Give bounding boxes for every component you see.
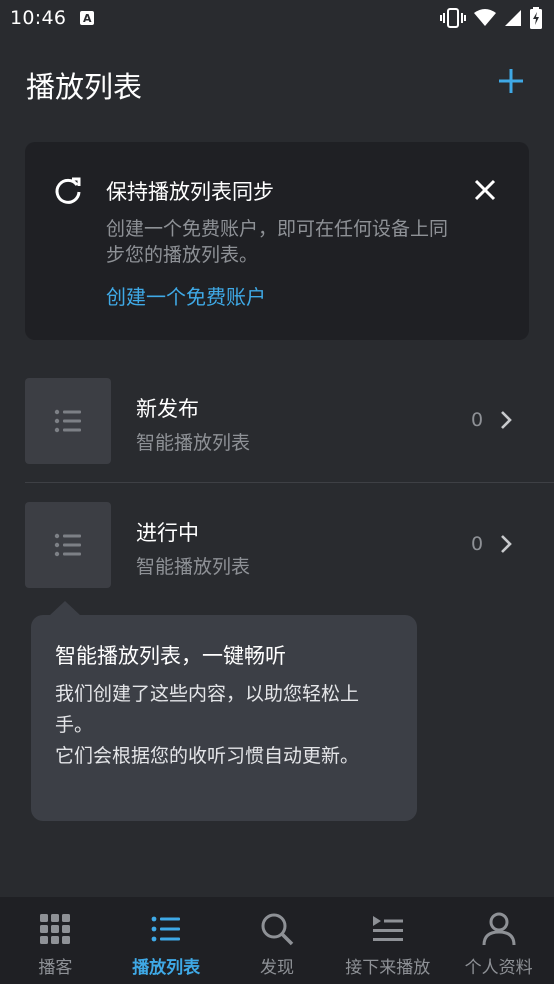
sync-card: 保持播放列表同步 创建一个免费账户，即可在任何设备上同步您的播放列表。 创建一个… (25, 142, 529, 340)
nav-item-discover[interactable]: 发现 (222, 897, 333, 984)
list-icon (54, 533, 81, 557)
playlist-row-in-progress[interactable]: 进行中 智能播放列表 0 (0, 500, 554, 590)
close-icon (474, 179, 496, 201)
tooltip-line-2: 它们会根据您的收听习惯自动更新。 (55, 745, 360, 767)
nav-item-playlists[interactable]: 播放列表 (111, 897, 222, 984)
chevron-right-icon (497, 533, 515, 555)
nav-label-podcasts: 播客 (38, 958, 73, 978)
playlist-name: 进行中 (136, 521, 199, 545)
wifi-icon (474, 9, 496, 27)
grid-icon (37, 911, 73, 947)
playlist-count: 0 (470, 409, 484, 431)
playlist-type: 智能播放列表 (136, 432, 251, 454)
list-icon (148, 911, 184, 947)
chevron-right-icon (497, 409, 515, 431)
divider (25, 482, 554, 483)
plus-icon (499, 69, 523, 93)
sync-card-title: 保持播放列表同步 (106, 180, 274, 204)
up-next-icon (370, 911, 406, 947)
notification-icon: A (80, 11, 95, 25)
status-time: 10:46 (10, 7, 67, 29)
tooltip-line-1: 我们创建了这些内容，以助您轻松上手。 (55, 683, 360, 736)
nav-label-up-next: 接下来播放 (345, 958, 431, 978)
vibrate-icon (440, 8, 466, 28)
nav-item-podcasts[interactable]: 播客 (0, 897, 111, 984)
search-icon (259, 911, 295, 947)
tooltip-arrow (49, 601, 81, 616)
page-title: 播放列表 (26, 70, 143, 104)
nav-item-up-next[interactable]: 接下来播放 (332, 897, 443, 984)
create-account-link[interactable]: 创建一个免费账户 (106, 281, 266, 310)
nav-label-discover: 发现 (259, 958, 294, 978)
status-icons (440, 7, 542, 29)
list-icon (54, 409, 81, 433)
person-icon (481, 911, 517, 947)
nav-label-profile: 个人资料 (464, 958, 533, 978)
nav-label-playlists: 播放列表 (132, 958, 201, 978)
playlist-type: 智能播放列表 (136, 556, 251, 578)
refresh-icon (53, 176, 83, 206)
bottom-nav: 播客 播放列表 发现 接下来播放 个人资料 (0, 897, 554, 984)
playlist-thumbnail (25, 378, 111, 464)
status-bar: 10:46 A (0, 0, 554, 36)
playlist-thumbnail (25, 502, 111, 588)
smart-playlist-tooltip[interactable]: 智能播放列表，一键畅听 我们创建了这些内容，以助您轻松上手。 它们会根据您的收听… (31, 601, 417, 821)
cell-signal-icon (504, 9, 522, 27)
sync-card-description: 创建一个免费账户，即可在任何设备上同步您的播放列表。 (106, 218, 449, 266)
add-playlist-button[interactable] (496, 66, 526, 96)
playlist-name: 新发布 (136, 397, 199, 421)
battery-charging-icon (530, 7, 542, 29)
nav-item-profile[interactable]: 个人资料 (443, 897, 554, 984)
playlist-count: 0 (470, 533, 484, 555)
tooltip-body: 我们创建了这些内容，以助您轻松上手。 它们会根据您的收听习惯自动更新。 (55, 679, 395, 772)
tooltip-title: 智能播放列表，一键畅听 (55, 644, 286, 668)
close-button[interactable] (473, 178, 497, 202)
playlist-row-new-releases[interactable]: 新发布 智能播放列表 0 (0, 376, 554, 466)
